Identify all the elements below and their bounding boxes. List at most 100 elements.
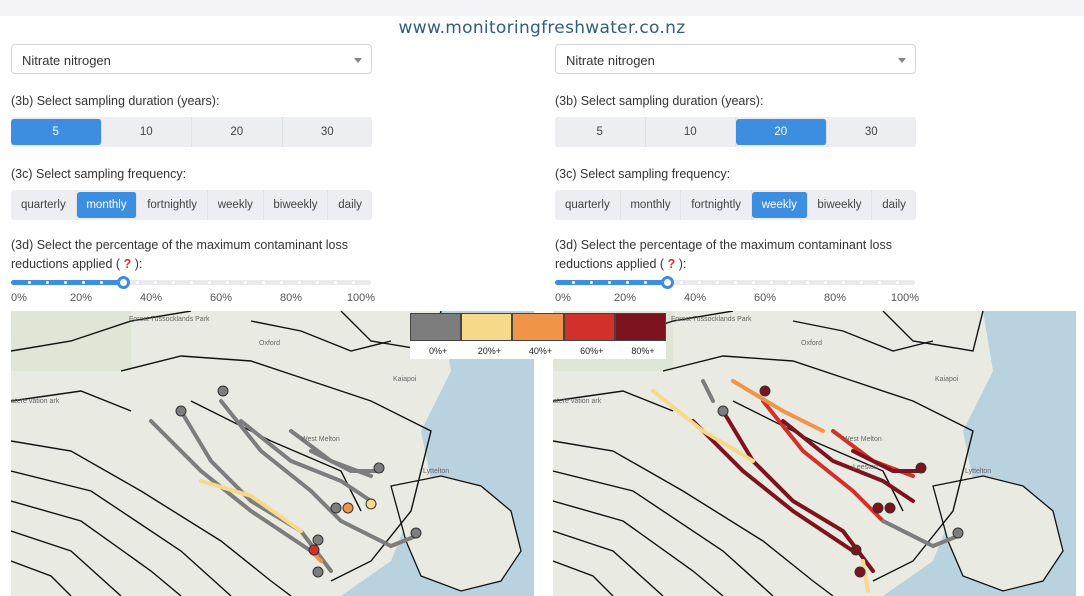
site-marker[interactable] [952,527,964,539]
site-marker[interactable] [308,544,320,556]
reduction-slider[interactable] [11,276,371,289]
frequency-option-daily[interactable]: daily [328,190,372,220]
help-icon[interactable]: ? [668,257,676,271]
legend-swatch [461,313,513,341]
slider-tick [136,281,139,284]
frequency-option-monthly[interactable]: monthly [76,192,138,218]
frequency-option-biweekly[interactable]: biweekly [264,190,329,220]
slider-tick [28,281,31,284]
slider-tick [316,281,319,284]
duration-option-5[interactable]: 5 [11,119,102,145]
legend-swatch [410,313,462,341]
frequency-option-quarterly[interactable]: quarterly [11,190,77,220]
site-marker[interactable] [915,462,927,474]
slider-tick [770,281,773,284]
site-marker[interactable] [217,385,229,397]
frequency-label: (3c) Select sampling frequency: [555,167,731,181]
legend-label: 0%+ [429,346,448,356]
map-label-oxford: Oxford [801,340,822,347]
site-marker[interactable] [365,498,377,510]
reduction-label-text: (3d) Select the percentage of the maximu… [11,238,348,271]
duration-option-5[interactable]: 5 [555,117,646,147]
slider-tick [860,281,863,284]
slider-tick [878,281,881,284]
site-marker[interactable] [884,502,896,514]
duration-option-30[interactable]: 30 [283,117,373,147]
contaminant-select[interactable]: Nitrate nitrogen [555,44,916,74]
site-marker[interactable] [312,534,324,546]
slider-tick-label: 100% [890,292,920,304]
site-marker[interactable] [330,502,342,514]
slider-handle[interactable] [660,276,674,289]
duration-option-10[interactable]: 10 [646,117,736,147]
site-marker[interactable] [850,544,862,556]
map-label-leeston: Leeston [853,464,878,471]
help-icon[interactable]: ? [124,257,132,271]
duration-label: (3b) Select sampling duration (years): [555,94,764,108]
reduction-label-end: ): [678,257,687,271]
chevron-down-icon [898,58,906,63]
frequency-option-quarterly[interactable]: quarterly [555,190,621,220]
slider-tick [100,281,103,284]
frequency-option-fortnightly[interactable]: fortnightly [681,190,752,220]
site-marker[interactable] [373,462,385,474]
slider-tick [806,281,809,284]
slider-tick-label: 20% [69,292,93,304]
site-marker[interactable] [872,502,884,514]
slider-tick [154,281,157,284]
slider-tick [244,281,247,284]
slider-handle[interactable] [116,276,130,289]
slider-tick [788,281,791,284]
frequency-option-daily[interactable]: daily [872,190,916,220]
legend-label: 80%+ [631,346,655,356]
duration-option-30[interactable]: 30 [827,117,917,147]
slider-tick [626,281,629,284]
site-marker[interactable] [717,405,729,417]
slider-tick [64,281,67,284]
top-strip [0,0,1084,16]
duration-option-20[interactable]: 20 [736,119,827,145]
chevron-down-icon [354,58,362,63]
site-marker[interactable] [759,385,771,397]
contaminant-select[interactable]: Nitrate nitrogen [11,44,372,74]
slider-tick [752,281,755,284]
slider-tick [226,281,229,284]
map-label-oxford: Oxford [259,340,280,347]
slider-tick [644,281,647,284]
legend-swatch [512,313,564,341]
site-url[interactable]: www.monitoringfreshwater.co.nz [0,18,1084,38]
map-label-park: Forest Tussocklands Park [129,316,210,323]
slider-tick [608,281,611,284]
slider-tick-label: 80% [823,292,847,304]
site-marker[interactable] [342,502,354,514]
frequency-option-biweekly[interactable]: biweekly [808,190,873,220]
legend-label: 20%+ [477,346,501,356]
slider-tick-label: 80% [279,292,303,304]
duration-option-20[interactable]: 20 [192,117,283,147]
slider-tick [352,281,355,284]
frequency-option-weekly[interactable]: weekly [208,190,264,220]
site-marker[interactable] [312,566,324,578]
reduction-slider[interactable] [555,276,915,289]
duration-option-10[interactable]: 10 [102,117,192,147]
frequency-option-fortnightly[interactable]: fortnightly [137,190,208,220]
frequency-option-weekly[interactable]: weekly [751,192,808,218]
site-marker[interactable] [410,527,422,539]
legend-swatches [410,313,667,341]
site-marker[interactable] [854,566,866,578]
site-marker[interactable] [175,405,187,417]
map-label-lyttelton: Lyttelton [965,468,991,475]
map-legend: 0%+ 20%+ 40%+ 60%+ 80%+ [410,313,667,359]
slider-tick [716,281,719,284]
slider-tick [280,281,283,284]
contaminant-select-value: Nitrate nitrogen [566,53,655,68]
frequency-selector: quarterly monthly fortnightly weekly biweekl… [555,190,916,220]
right-control-panel: Nitrate nitrogen (3b) Select sampling du… [555,44,920,306]
duration-selector: 5 10 20 30 [11,117,372,147]
left-control-panel: Nitrate nitrogen (3b) Select sampling du… [11,44,375,306]
slider-tick-labels: 0% 20% 40% 60% 80% 100% [11,292,375,306]
slider-tick-label: 0% [555,292,571,304]
duration-label: (3b) Select sampling duration (years): [11,94,220,108]
map-label-kaiapoi: Kaiapoi [393,376,417,383]
frequency-option-monthly[interactable]: monthly [621,190,682,220]
